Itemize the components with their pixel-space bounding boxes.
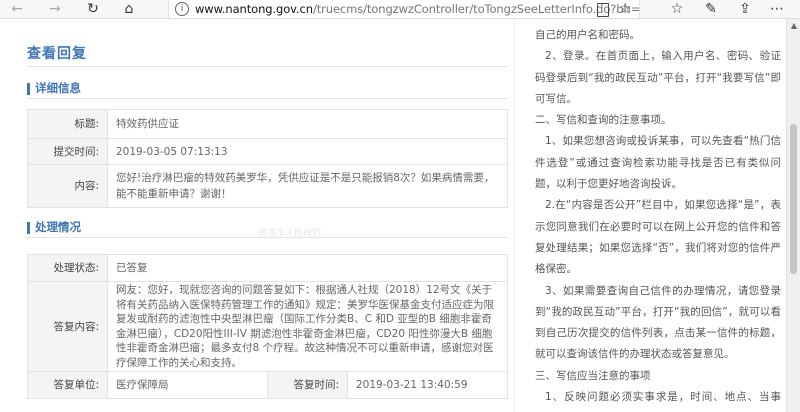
reply-panel: 查看回复 详细信息 标题: 特效药供应证 提交时间: 2019-03-05 07… (0, 19, 514, 412)
url-host: www.nantong.gov.cn (195, 2, 313, 16)
title-divider (27, 66, 508, 67)
home-icon[interactable]: ⌂ (118, 0, 140, 18)
status-value: 已答复 (107, 254, 508, 282)
status-label: 处理状态: (27, 254, 108, 282)
browser-toolbar: ← → ↻ ⌂ i www.nantong.gov.cn/truecms/ton… (0, 0, 800, 19)
reading-view-icon[interactable] (597, 3, 609, 17)
submit-time-value: 2019-03-05 07:13:13 (107, 138, 508, 165)
address-bar[interactable]: i www.nantong.gov.cn/truecms/tongzwzCont… (168, 0, 640, 18)
details-section-title: 详细信息 (35, 81, 81, 95)
url-path: /truecms/tongzwzController/toTongzSeeLet… (312, 2, 640, 16)
content-label: 内容: (27, 164, 108, 208)
page-title: 查看回复 (27, 46, 87, 62)
table-row: 答复内容: 网友：您好，现就您咨询的问题答复如下：根据通人社规（2018）12号… (27, 281, 508, 372)
page-scrollbar[interactable]: ▲ (786, 19, 800, 412)
title-value: 特效药供应证 (107, 109, 508, 139)
reply-content-label: 答复内容: (27, 281, 108, 372)
handling-table: 处理状态: 已答复 答复内容: 网友：您好，现就您咨询的问题答复如下：根据通人社… (27, 254, 508, 399)
table-row: 提交时间: 2019-03-05 07:13:13 (27, 138, 508, 165)
handling-section-header: 处理情况 (27, 219, 508, 238)
handling-section-title: 处理情况 (35, 220, 81, 234)
reply-content-value: 网友：您好，现就您咨询的问题答复如下：根据通人社规（2018）12号文《关于将有… (107, 281, 508, 372)
favorite-star-icon[interactable]: ☆ (619, 0, 632, 18)
section-marker (27, 83, 30, 95)
table-row: 标题: 特效药供应证 (27, 109, 508, 139)
instruction-heading: 三、写信应当注意的事项 (535, 369, 651, 382)
instruction-heading: 二、写信和查询的注意事项。 (535, 114, 672, 127)
reply-time-label: 答复时间: (267, 371, 348, 399)
favorites-list-icon[interactable]: ☆ (666, 0, 688, 18)
notes-pen-icon[interactable]: ✎ (700, 0, 722, 18)
details-table: 标题: 特效药供应证 提交时间: 2019-03-05 07:13:13 内容:… (27, 109, 508, 208)
reply-unit-value: 医疗保障局 (107, 371, 268, 399)
scroll-up-icon[interactable]: ▲ (787, 19, 800, 33)
instructions-panel: 自己的用户名和密码。 2、登录。在首页面上，输入用户名、密码、验证码登录后到“我… (514, 19, 787, 412)
info-icon[interactable]: i (175, 2, 189, 16)
table-row: 处理状态: 已答复 (27, 254, 508, 282)
reply-time-value: 2019-03-21 13:40:59 (347, 371, 508, 399)
scroll-thumb[interactable] (790, 124, 797, 274)
title-label: 标题: (27, 109, 108, 139)
instruction-paragraph: 2.在“内容是否公开”栏目中，如果您选择“是”，表示您同意我们在必要时可以在网上… (535, 199, 781, 276)
forward-arrow-icon[interactable]: → (44, 0, 66, 18)
instruction-paragraph: 1、如果您想咨询或投诉某事，可以先查看“热门信件选登”或通过查询检索功能寻找是否… (535, 135, 781, 191)
more-menu-icon[interactable]: ⋯ (766, 0, 788, 18)
submit-time-label: 提交时间: (27, 138, 108, 165)
back-arrow-icon[interactable]: ← (6, 0, 28, 18)
reply-unit-label: 答复单位: (27, 371, 108, 399)
table-row: 答复单位: 医疗保障局 答复时间: 2019-03-21 13:40:59 (27, 371, 508, 399)
instruction-paragraph: 自己的用户名和密码。 (535, 29, 640, 41)
instruction-paragraph: 1、反映问题必须实事求是，时间、地点、当事人、主要经过、结果等要素尽可能齐全，文… (545, 391, 781, 404)
instruction-paragraph: 2、登录。在首页面上，输入用户名、密码、验证码登录后到“我的政民互动”平台，打开… (535, 50, 781, 105)
share-icon[interactable]: ⇪ (734, 0, 756, 18)
url-text[interactable]: www.nantong.gov.cn/truecms/tongzwzContro… (195, 0, 640, 18)
content-value: 您好!治疗淋巴瘤的特效药美罗华，凭供应证是不是只能报销8次？如果病情需要，能不能… (107, 164, 508, 208)
refresh-icon[interactable]: ↻ (82, 0, 104, 18)
table-row: 内容: 您好!治疗淋巴瘤的特效药美罗华，凭供应证是不是只能报销8次？如果病情需要… (27, 164, 508, 208)
section-marker (27, 222, 30, 234)
details-section-header: 详细信息 (27, 80, 508, 99)
instructions-text: 自己的用户名和密码。 2、登录。在首页面上，输入用户名、密码、验证码登录后到“我… (535, 25, 781, 412)
instruction-paragraph: 3、如果需要查询自己信件的办理情况，请您登录到“我的政民互动”平台，打开“我的回… (535, 284, 781, 361)
